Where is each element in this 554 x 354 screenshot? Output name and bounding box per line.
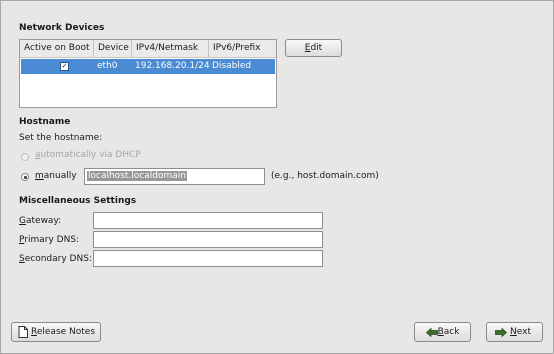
set-hostname-label: Set the hostname:	[19, 133, 103, 143]
gateway-label-rest: ateway:	[25, 216, 62, 226]
release-notes-button[interactable]: Release Notes	[11, 322, 101, 342]
column-header-ipv4[interactable]: IPv4/Netmask	[132, 40, 209, 57]
primary-dns-label: Primary DNS:	[19, 235, 79, 245]
manual-mnemonic: m	[35, 171, 44, 181]
cell-device: eth0	[97, 61, 118, 71]
auto-dhcp-radio[interactable]	[21, 153, 29, 161]
release-notes-label: elease Notes	[36, 327, 96, 337]
back-arrow-icon	[426, 328, 438, 337]
secondary-dns-label-rest: econdary DNS:	[24, 254, 92, 264]
auto-label-rest: utomatically via DHCP	[40, 150, 141, 160]
primary-dns-input[interactable]	[93, 231, 323, 248]
gateway-mnemonic: G	[19, 216, 26, 226]
gateway-input[interactable]	[93, 212, 323, 229]
radio-selected-dot	[24, 176, 27, 179]
next-mnemonic: N	[510, 327, 517, 337]
cell-ipv4: 192.168.20.1/24	[135, 61, 210, 71]
table-row[interactable]: ✓ eth0 192.168.20.1/24 Disabled	[21, 59, 275, 74]
gateway-label: Gateway:	[19, 216, 61, 226]
document-icon	[18, 326, 28, 338]
forward-arrow-icon	[495, 328, 507, 337]
hostname-example: (e.g., host.domain.com)	[271, 171, 379, 181]
manual-label-rest: anually	[43, 171, 77, 181]
cell-ipv6: Disabled	[212, 61, 252, 71]
next-label: ext	[516, 327, 531, 337]
edit-button[interactable]: Edit	[285, 39, 342, 57]
column-header-active-on-boot[interactable]: Active on Boot	[20, 40, 94, 57]
auto-dhcp-label: automatically via DHCP	[35, 150, 141, 160]
edit-label: dit	[310, 43, 323, 53]
manual-radio[interactable]	[21, 173, 29, 181]
network-devices-heading: Network Devices	[19, 23, 105, 33]
secondary-dns-label: Secondary DNS:	[19, 254, 92, 264]
hostname-value: localhost.localdomain	[87, 171, 187, 181]
back-button[interactable]: Back	[414, 322, 471, 342]
secondary-dns-input[interactable]	[93, 250, 323, 267]
table-header: Active on Boot Device IPv4/Netmask IPv6/…	[20, 40, 276, 58]
column-header-ipv6[interactable]: IPv6/Prefix	[209, 40, 276, 57]
misc-settings-heading: Miscellaneous Settings	[19, 196, 137, 206]
next-button[interactable]: Next	[486, 322, 543, 342]
column-header-device[interactable]: Device	[94, 40, 132, 57]
hostname-input[interactable]: localhost.localdomain	[84, 168, 265, 185]
network-devices-table[interactable]: Active on Boot Device IPv4/Netmask IPv6/…	[19, 39, 277, 108]
checkmark-icon: ✓	[61, 62, 68, 70]
active-on-boot-checkbox[interactable]: ✓	[60, 62, 69, 71]
hostname-heading: Hostname	[19, 117, 71, 127]
primary-dns-label-rest: rimary DNS:	[24, 235, 80, 245]
back-label: ack	[443, 327, 460, 337]
manual-label: manually	[35, 171, 77, 181]
